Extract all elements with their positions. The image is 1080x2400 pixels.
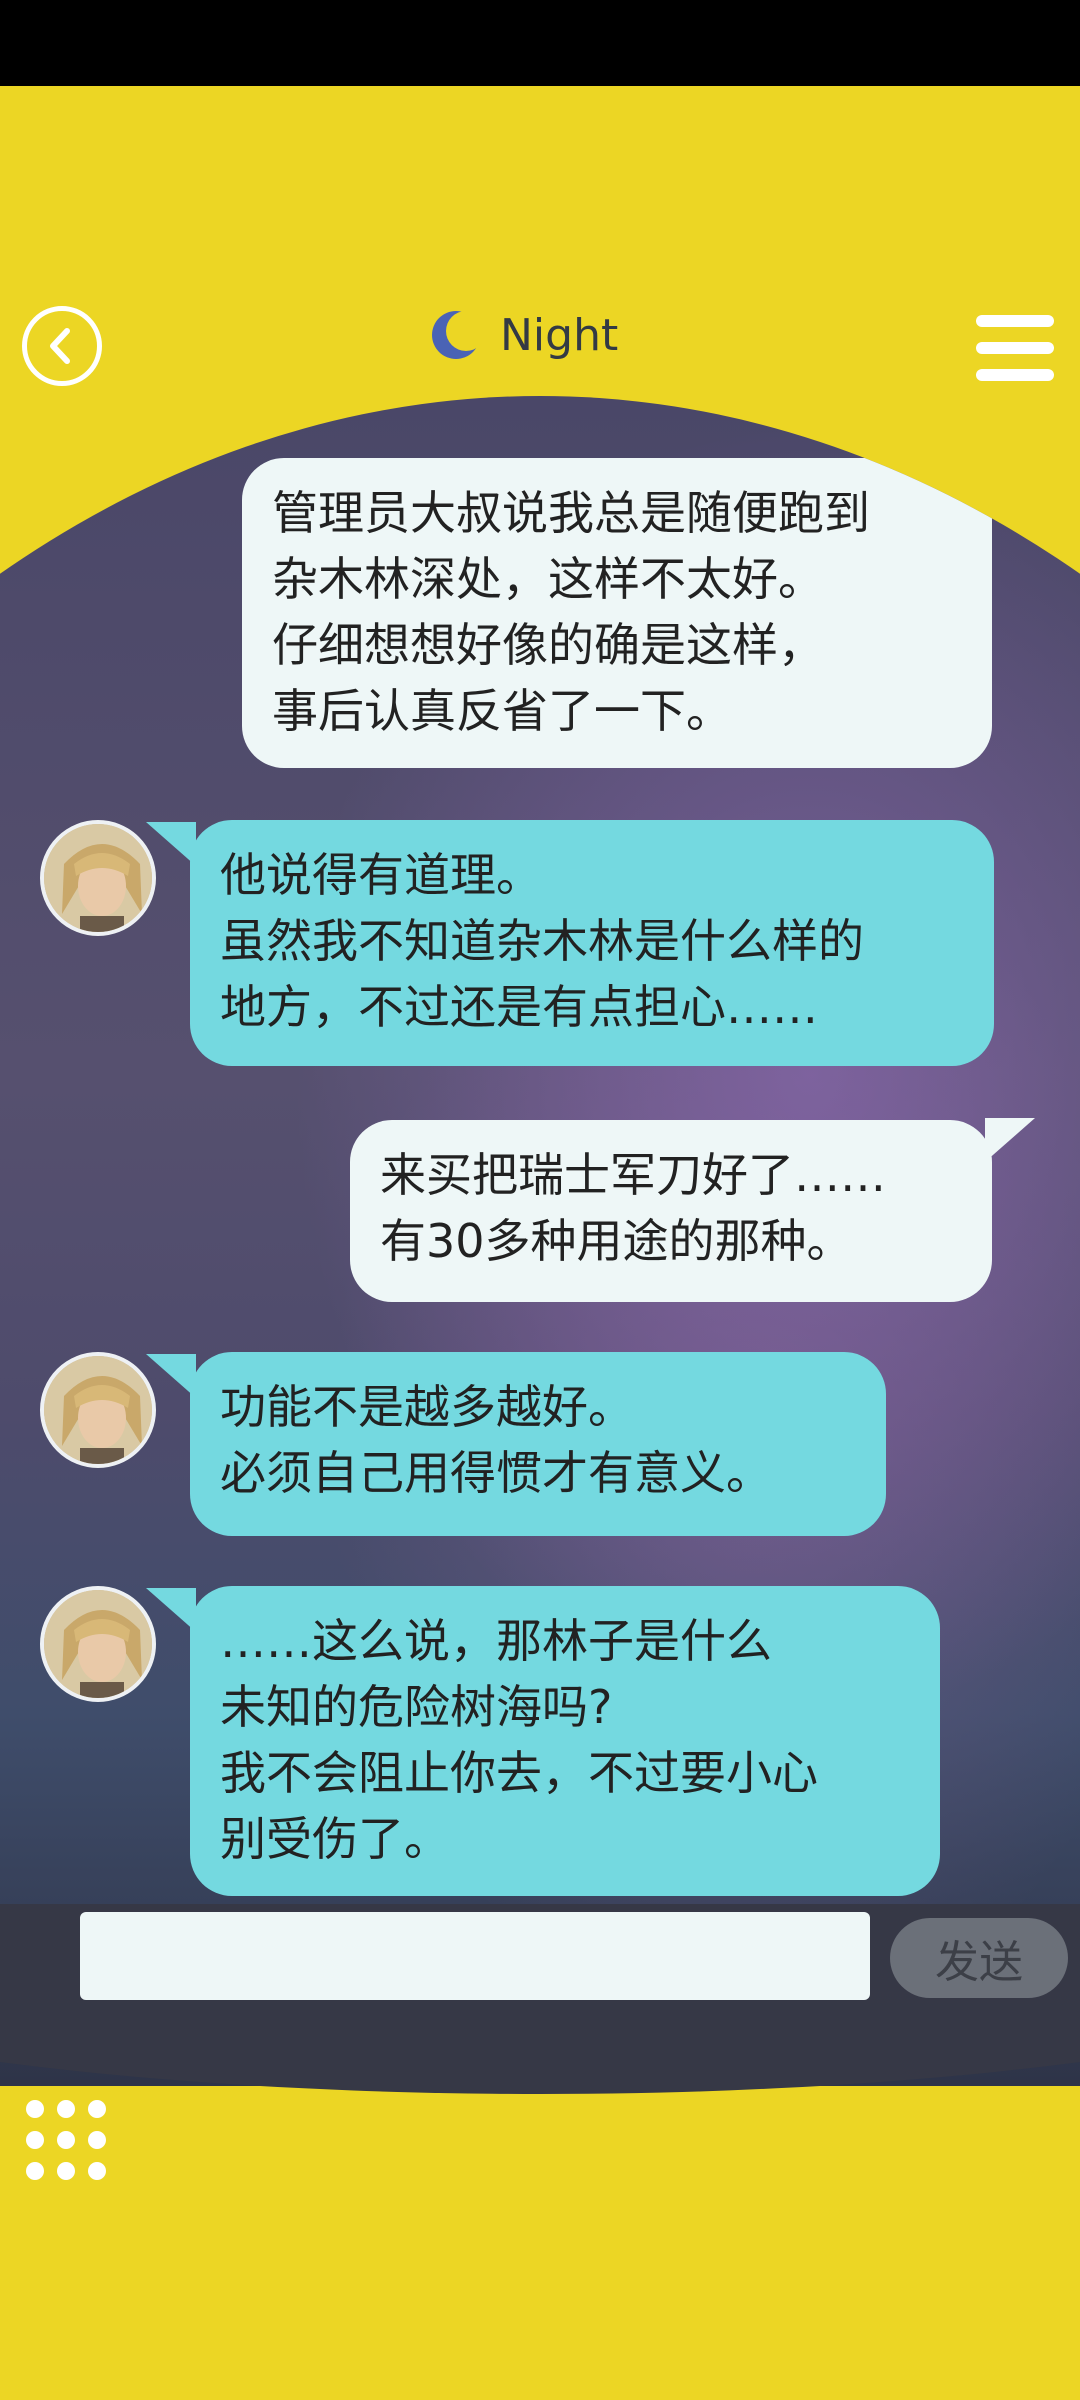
message-line: ……这么说，那林子是什么 (220, 1614, 772, 1668)
message-line: 未知的危险树海吗? (220, 1680, 613, 1734)
message-bubble-outgoing: 管理员大叔说我总是随便跑到 杂木林深处，这样不太好。 仔细想想好像的确是这样， … (242, 458, 992, 768)
message-line: 来买把瑞士军刀好了…… (380, 1148, 886, 1202)
message-line: 管理员大叔说我总是随便跑到 (272, 486, 870, 540)
message-line: 虽然我不知道杂木林是什么样的 (220, 914, 864, 968)
avatar[interactable] (40, 820, 156, 936)
dots-grid-icon[interactable] (26, 2100, 106, 2180)
page-title: Night (500, 309, 619, 361)
avatar[interactable] (40, 1352, 156, 1468)
moon-icon (432, 311, 482, 359)
back-button[interactable] (22, 306, 102, 386)
send-button-label: 发送 (935, 1937, 1023, 1988)
menu-button[interactable] (976, 315, 1054, 381)
avatar[interactable] (40, 1586, 156, 1702)
message-line: 杂木林深处，这样不太好。 (272, 552, 824, 606)
message-input[interactable] (80, 1912, 870, 2000)
send-button[interactable]: 发送 (890, 1918, 1068, 1998)
bubble-tail (146, 1588, 196, 1632)
chat-panel[interactable]: 管理员大叔说我总是随便跑到 杂木林深处，这样不太好。 仔细想想好像的确是这样， … (0, 396, 1080, 2086)
message-line: 地方，不过还是有点担心…… (220, 980, 818, 1034)
message-line: 仔细想想好像的确是这样， (272, 618, 824, 672)
hamburger-menu-icon (976, 315, 1054, 327)
message-bubble-incoming: 功能不是越多越好。 必须自己用得惯才有意义。 (190, 1352, 886, 1536)
message-line: 必须自己用得惯才有意义。 (220, 1446, 772, 1500)
message-line: 功能不是越多越好。 (220, 1380, 634, 1434)
bubble-tail (146, 1354, 196, 1398)
message-line: 他说得有道理。 (220, 848, 542, 902)
message-bubble-outgoing: 来买把瑞士军刀好了…… 有30多种用途的那种。 (350, 1120, 992, 1302)
message-line: 事后认真反省了一下。 (272, 684, 732, 738)
status-bar (0, 0, 1080, 86)
bubble-tail (985, 456, 1035, 500)
menu-icon-bar (976, 342, 1054, 354)
bubble-tail (146, 822, 196, 866)
message-line: 有30多种用途的那种。 (380, 1214, 853, 1268)
message-line: 别受伤了。 (220, 1812, 450, 1866)
message-bubble-incoming: 他说得有道理。 虽然我不知道杂木林是什么样的 地方，不过还是有点担心…… (190, 820, 994, 1066)
menu-icon-bar (976, 369, 1054, 381)
message-line: 我不会阻止你去，不过要小心 (220, 1746, 818, 1800)
chevron-left-icon (50, 328, 70, 364)
bubble-tail (985, 1118, 1035, 1162)
header (0, 86, 1080, 426)
header-title: Night (430, 300, 618, 370)
message-bubble-incoming: ……这么说，那林子是什么 未知的危险树海吗? 我不会阻止你去，不过要小心 别受伤… (190, 1586, 940, 1896)
